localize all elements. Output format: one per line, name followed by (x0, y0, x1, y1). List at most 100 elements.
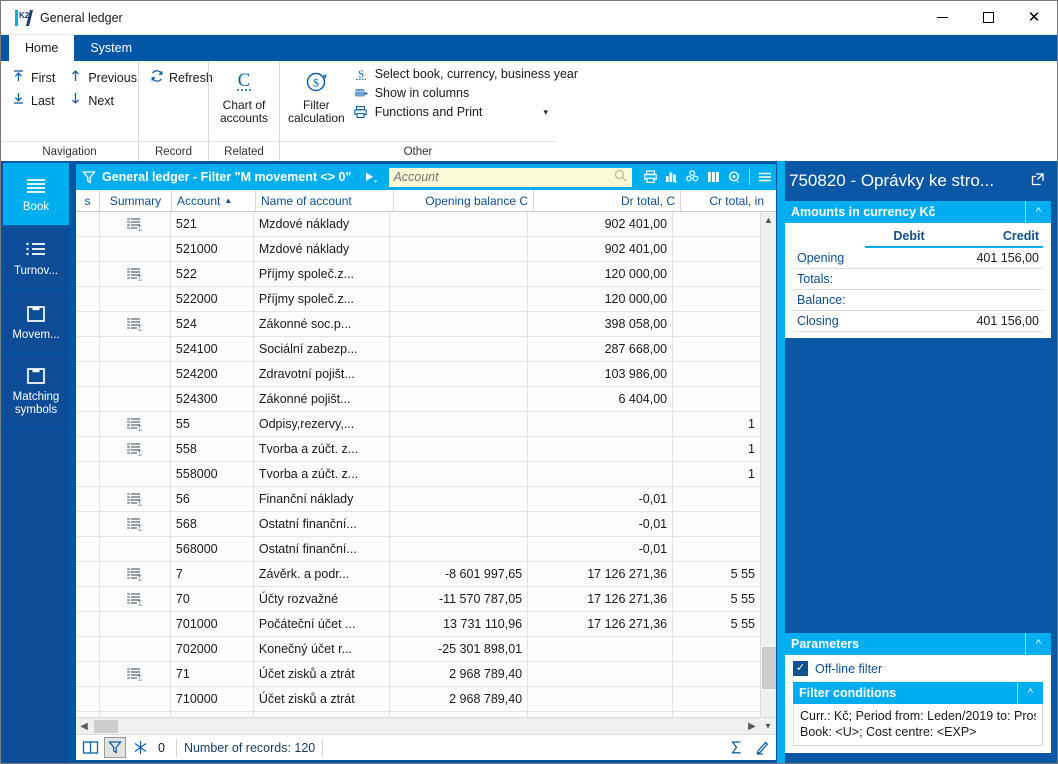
functions-and-print-button[interactable]: Functions and Print (351, 103, 584, 121)
cell-name-of-account: Mzdové náklady (254, 212, 390, 236)
column-header-summary[interactable]: Summary (100, 190, 172, 211)
search-box[interactable] (389, 168, 632, 187)
table-row[interactable]: Σ522Příjmy společ.z...120 000,00 (76, 262, 760, 287)
print-icon[interactable] (641, 167, 660, 187)
table-row[interactable]: 710000Účet zisků a ztrát2 968 789,40 (76, 687, 760, 712)
cell-select (76, 212, 100, 236)
cell-select (76, 412, 100, 436)
table-row[interactable]: 521000Mzdové náklady902 401,00 (76, 237, 760, 262)
search-input[interactable] (393, 170, 628, 184)
sidebar-item-book[interactable]: Book (3, 163, 69, 225)
scroll-up-arrow[interactable]: ▲ (761, 212, 776, 228)
column-header-s[interactable]: s (76, 190, 100, 211)
cell-account: 701000 (171, 612, 254, 636)
group-label-related: Related (209, 141, 279, 161)
table-row[interactable]: Σ521Mzdové náklady902 401,00 (76, 212, 760, 237)
amounts-section-header[interactable]: Amounts in currency Kč ^ (785, 201, 1051, 223)
cell-account: 558 (171, 437, 254, 461)
table-row[interactable]: Σ70Účty rozvažné-11 570 787,0517 126 271… (76, 587, 760, 612)
table-row[interactable]: Σ71Účet zisků a ztrát2 968 789,40 (76, 662, 760, 687)
table-row[interactable]: 701000Počáteční účet ...13 731 110,9617 … (76, 612, 760, 637)
bar-chart-icon[interactable] (662, 167, 681, 187)
tab-system[interactable]: System (74, 35, 148, 61)
sidebar-item-movements[interactable]: Movem... (3, 291, 69, 353)
minimize-button[interactable] (919, 1, 965, 35)
filter-conditions-header[interactable]: Filter conditions ^ (793, 682, 1043, 704)
table-row[interactable]: Σ524Zákonné soc.p...398 058,00 (76, 312, 760, 337)
sum-icon[interactable] (725, 737, 747, 758)
scroll-left-arrow[interactable]: ◀ (76, 721, 92, 732)
columns-icon[interactable] (704, 167, 723, 187)
menu-hamburger-icon[interactable] (755, 167, 774, 187)
snowflake-icon[interactable] (129, 737, 151, 758)
table-row[interactable]: 524300Zákonné pojišt...6 404,00 (76, 387, 760, 412)
filter-calculation-button[interactable]: $ Filter calculation (286, 63, 347, 127)
first-button[interactable]: First (7, 67, 62, 88)
table-row[interactable]: Σ568Ostatní finanční...-0,01 (76, 512, 760, 537)
tab-home[interactable]: Home (9, 35, 74, 61)
chevron-up-icon[interactable]: ^ (1025, 633, 1051, 655)
ribbon-collapse-button[interactable]: ⌃ (1042, 146, 1051, 159)
book-icon[interactable] (79, 737, 101, 758)
vertical-scrollbar[interactable]: ▲ (760, 212, 776, 717)
cell-opening-balance (390, 487, 528, 511)
svg-text:Σ: Σ (138, 600, 142, 607)
horizontal-scroll-thumb[interactable] (94, 720, 118, 733)
table-row[interactable]: Σ55Odpisy,rezervy,...1 (76, 412, 760, 437)
column-header-opening-balance[interactable]: Opening balance C (394, 190, 534, 211)
cell-cr-total: 1 (673, 437, 760, 461)
cell-cr-total (673, 687, 760, 711)
previous-button[interactable]: Previous (64, 67, 144, 88)
table-row[interactable]: 558000Tvorba a zúčt. z...1 (76, 462, 760, 487)
vertical-scroll-thumb[interactable] (762, 647, 776, 689)
table-row[interactable]: 568000Ostatní finanční...-0,01 (76, 537, 760, 562)
settings-gear-icon[interactable] (725, 167, 744, 187)
table-row[interactable]: 524200Zdravotní pojišt...103 986,00 (76, 362, 760, 387)
last-button[interactable]: Last (7, 90, 62, 111)
column-header-dr-total[interactable]: Dr total, C (534, 190, 681, 211)
close-button[interactable]: ✕ (1011, 1, 1057, 35)
table-row[interactable]: Σ56Finanční náklady-0,01 (76, 487, 760, 512)
parameters-section-header[interactable]: Parameters ^ (785, 633, 1051, 655)
edit-pencil-icon[interactable] (751, 737, 773, 758)
offline-filter-checkbox[interactable]: ✓ (793, 661, 808, 676)
group-tree-icon[interactable] (683, 167, 702, 187)
amounts-row-label: Opening (793, 247, 865, 269)
maximize-button[interactable] (965, 1, 1011, 35)
cell-dr-total (528, 412, 673, 436)
table-row[interactable]: 522000Příjmy společ.z...120 000,00 (76, 287, 760, 312)
table-row[interactable]: 702000Konečný účet r...-25 301 898,01 (76, 637, 760, 662)
next-button[interactable]: Next (64, 90, 144, 111)
more-options-caret[interactable]: ▾ (543, 107, 548, 118)
open-in-new-icon[interactable] (1024, 172, 1045, 190)
grid-panel: General ledger - Filter "M movement <> 0… (75, 163, 777, 761)
select-book-currency-business-year-button[interactable]: S Select book, currency, business year (351, 65, 584, 83)
scroll-down-arrow[interactable]: ▾ (760, 721, 776, 732)
sidebar-item-matching-symbols[interactable]: Matching symbols (3, 355, 69, 427)
cell-opening-balance (390, 237, 528, 261)
sidebar-item-turnover[interactable]: Turnov... (3, 227, 69, 289)
cell-summary: Σ (100, 437, 171, 461)
play-icon[interactable] (364, 170, 378, 184)
chevron-up-icon[interactable]: ^ (1025, 201, 1051, 223)
filter-icon[interactable] (104, 737, 126, 758)
horizontal-scroll-track[interactable] (92, 719, 744, 734)
panel-accent-bar (777, 161, 785, 763)
column-header-account[interactable]: Account ▲ (172, 190, 256, 211)
horizontal-scrollbar[interactable]: ◀ ▶ ▾ (76, 717, 776, 734)
show-in-columns-button[interactable]: Show in columns (351, 84, 584, 102)
table-row[interactable]: 524100Sociální zabezp...287 668,00 (76, 337, 760, 362)
cell-dr-total (528, 637, 673, 661)
table-row[interactable]: Σ558Tvorba a zúčt. z...1 (76, 437, 760, 462)
chevron-up-icon[interactable]: ^ (1017, 682, 1043, 704)
scroll-right-arrow[interactable]: ▶ (744, 721, 760, 732)
ribbon-body: First Last (1, 61, 1057, 161)
column-header-name-of-account[interactable]: Name of account (256, 190, 394, 211)
offline-filter-checkbox-row[interactable]: ✓ Off-line filter (793, 660, 1043, 682)
table-row[interactable]: Σ7Závěrk. a podr...-8 601 997,6517 126 2… (76, 562, 760, 587)
amounts-col-credit: Credit (929, 227, 1043, 247)
svg-text:Σ: Σ (138, 225, 142, 232)
column-header-cr-total[interactable]: Cr total, in (681, 190, 769, 211)
cell-summary (100, 287, 171, 311)
chart-of-accounts-button[interactable]: C Chart of accounts (215, 63, 273, 127)
